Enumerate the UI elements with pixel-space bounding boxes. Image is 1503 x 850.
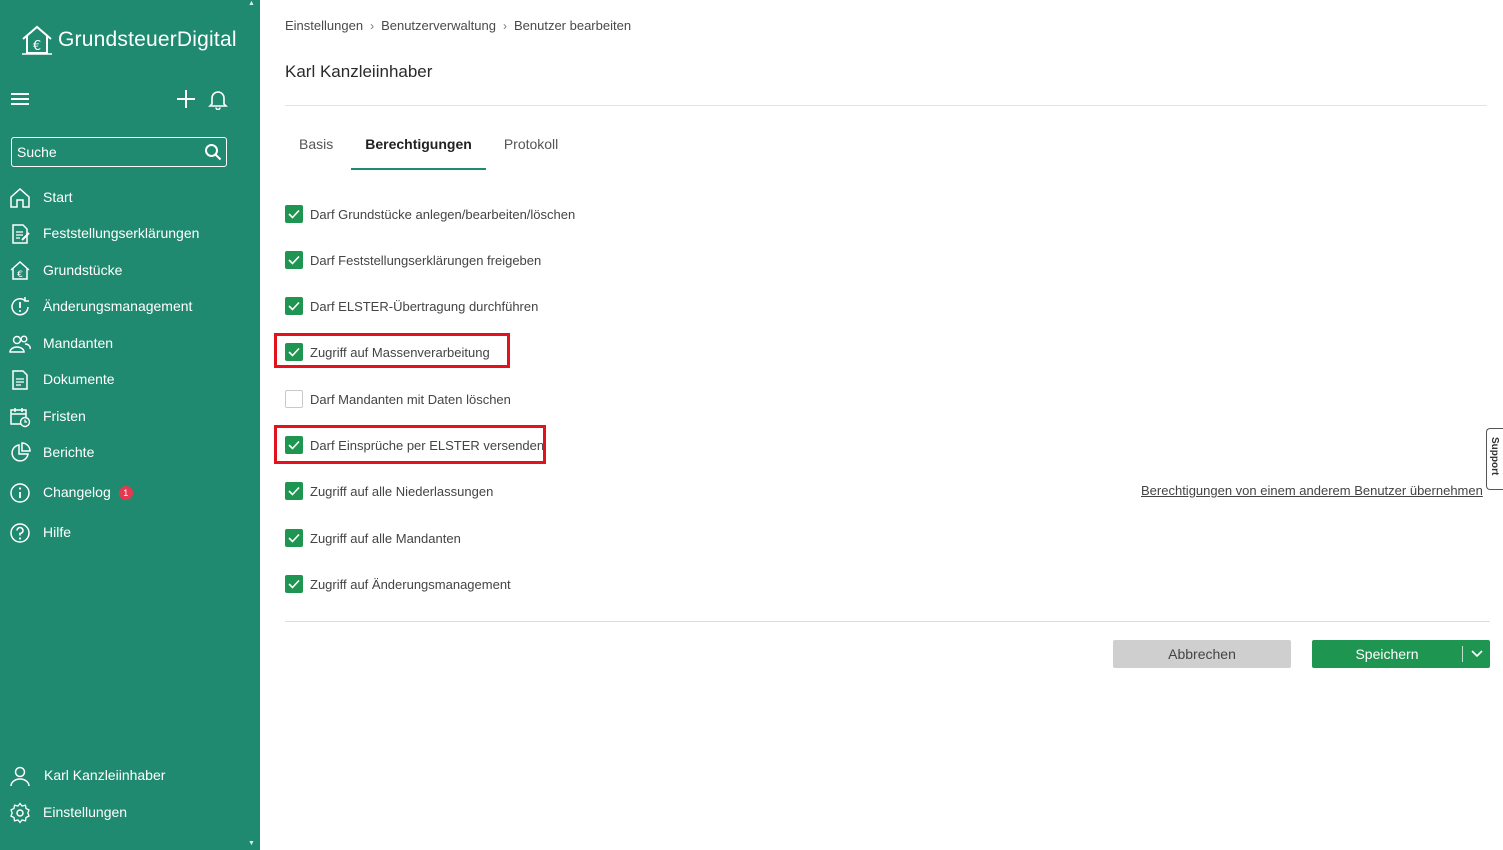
tab-basis[interactable]: Basis: [285, 128, 347, 170]
permission-label: Darf Feststellungserklärungen freigeben: [310, 252, 542, 268]
changelog-badge: 1: [118, 486, 133, 500]
user-icon: [10, 766, 30, 787]
search-icon[interactable]: [200, 143, 226, 161]
permission-label: Darf Mandanten mit Daten löschen: [310, 391, 511, 407]
permission-label: Darf Grundstücke anlegen/bearbeiten/lösc…: [310, 206, 576, 222]
nav-item-einstellungen[interactable]: Einstellungen: [0, 796, 260, 828]
tab-berechtigungen[interactable]: Berechtigungen: [351, 128, 486, 170]
permission-row[interactable]: Darf Mandanten mit Daten löschen: [285, 388, 511, 410]
permission-label: Zugriff auf Änderungsmanagement: [310, 576, 511, 592]
home-icon: [10, 187, 30, 208]
nav-item-hilfe[interactable]: Hilfe: [0, 516, 260, 548]
tab-bar: Basis Berechtigungen Protokoll: [285, 128, 576, 170]
breadcrumb-einstellungen[interactable]: Einstellungen: [285, 18, 363, 33]
checkmark-icon: [288, 209, 300, 219]
permission-row[interactable]: Zugriff auf Änderungsmanagement: [285, 573, 511, 595]
bell-icon[interactable]: [207, 88, 229, 110]
support-tab-label: Support: [1489, 437, 1500, 476]
checkmark-icon: [288, 579, 300, 589]
checkmark-icon: [288, 255, 300, 265]
chevron-right-icon: ›: [502, 18, 507, 33]
permission-label: Darf Einsprüche per ELSTER versenden: [310, 437, 545, 453]
help-icon: [10, 523, 30, 543]
search-box: [11, 137, 227, 167]
users-icon: [9, 335, 31, 353]
sidebar-toolbar: [0, 86, 260, 114]
checkbox-checked[interactable]: [285, 482, 303, 500]
svg-text:€: €: [17, 270, 23, 280]
breadcrumb: Einstellungen › Benutzerverwaltung › Ben…: [285, 18, 631, 33]
search-input[interactable]: [12, 138, 200, 166]
nav-item-aenderungsmanagement[interactable]: Änderungsmanagement: [0, 290, 260, 322]
nav-item-start[interactable]: Start: [0, 181, 260, 213]
tab-protokoll[interactable]: Protokoll: [490, 128, 572, 170]
file-icon: [12, 370, 28, 390]
nav-label-changelog: Changelog: [43, 484, 111, 500]
checkmark-icon: [288, 440, 300, 450]
breadcrumb-benutzerverwaltung[interactable]: Benutzerverwaltung: [381, 18, 496, 33]
nav-item-changelog[interactable]: Changelog 1: [0, 476, 260, 508]
plus-icon[interactable]: [175, 88, 197, 110]
permission-label: Zugriff auf alle Mandanten: [310, 530, 461, 546]
checkbox-checked[interactable]: [285, 205, 303, 223]
checkmark-icon: [288, 347, 300, 357]
permission-label: Darf ELSTER-Übertragung durchführen: [310, 298, 539, 314]
nav-item-dokumente[interactable]: Dokumente: [0, 363, 260, 395]
support-tab[interactable]: Support: [1486, 428, 1503, 490]
checkbox-checked[interactable]: [285, 436, 303, 454]
sidebar: ▲ € GrundsteuerDigital Start F: [0, 0, 260, 850]
save-button-label: Speichern: [1355, 646, 1419, 662]
logo[interactable]: € GrundsteuerDigital: [20, 24, 237, 56]
house-euro-logo-icon: €: [22, 25, 52, 55]
pie-chart-icon: [11, 442, 31, 462]
nav-item-fristen[interactable]: Fristen: [0, 400, 260, 432]
nav-item-feststellungserklaerungen[interactable]: Feststellungserklärungen: [0, 217, 260, 249]
permission-row[interactable]: Darf Feststellungserklärungen freigeben: [285, 249, 541, 271]
info-icon: [10, 483, 30, 503]
title-divider: [285, 105, 1487, 106]
permission-label: Zugriff auf alle Niederlassungen: [310, 483, 494, 499]
footer-divider: [285, 621, 1490, 622]
svg-text:€: €: [33, 39, 41, 54]
permission-row[interactable]: Darf Grundstücke anlegen/bearbeiten/lösc…: [285, 203, 575, 225]
nav-item-mandanten[interactable]: Mandanten: [0, 327, 260, 359]
house-euro-icon: €: [10, 260, 30, 280]
permission-row[interactable]: Zugriff auf alle Mandanten: [285, 527, 461, 549]
main-content: Einstellungen › Benutzerverwaltung › Ben…: [260, 0, 1503, 850]
cancel-button[interactable]: Abbrechen: [1113, 640, 1291, 668]
permission-row[interactable]: Zugriff auf Massenverarbeitung: [285, 341, 490, 363]
nav-item-user-profile[interactable]: Karl Kanzleiinhaber: [0, 759, 260, 791]
scroll-down-arrow[interactable]: ▼: [248, 840, 258, 850]
nav-item-grundstuecke[interactable]: € Grundstücke: [0, 254, 260, 286]
chevron-right-icon: ›: [370, 18, 375, 33]
calendar-icon: [10, 408, 31, 428]
nav-item-berichte[interactable]: Berichte: [0, 436, 260, 468]
chevron-down-icon[interactable]: [1463, 649, 1490, 659]
copy-permissions-link[interactable]: Berechtigungen von einem anderem Benutze…: [1141, 483, 1483, 498]
checkmark-icon: [288, 301, 300, 311]
permission-row[interactable]: Zugriff auf alle Niederlassungen: [285, 480, 493, 502]
breadcrumb-benutzer-bearbeiten: Benutzer bearbeiten: [513, 18, 632, 33]
permission-label: Zugriff auf Massenverarbeitung: [310, 344, 490, 360]
permission-row[interactable]: Darf ELSTER-Übertragung durchführen: [285, 295, 538, 317]
scroll-up-arrow[interactable]: ▲: [248, 0, 258, 10]
page-title: Karl Kanzleiinhaber: [285, 62, 433, 81]
permission-row[interactable]: Darf Einsprüche per ELSTER versenden: [285, 434, 544, 456]
refresh-alert-icon: [11, 297, 29, 316]
gear-icon: [10, 802, 30, 824]
checkmark-icon: [288, 533, 300, 543]
checkbox-unchecked[interactable]: [285, 390, 303, 408]
checkbox-checked[interactable]: [285, 251, 303, 269]
document-edit-icon: [12, 224, 30, 244]
logo-text: GrundsteuerDigital: [58, 28, 237, 51]
checkbox-checked[interactable]: [285, 575, 303, 593]
hamburger-menu-icon[interactable]: [10, 91, 30, 107]
save-button[interactable]: Speichern: [1312, 640, 1490, 668]
checkbox-checked[interactable]: [285, 529, 303, 547]
checkbox-checked[interactable]: [285, 297, 303, 315]
checkbox-checked[interactable]: [285, 343, 303, 361]
checkmark-icon: [288, 486, 300, 496]
